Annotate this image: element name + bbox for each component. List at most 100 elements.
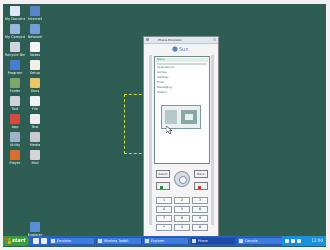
app-icon <box>10 78 20 88</box>
desktop-icon-label: Internet <box>28 17 42 21</box>
app-icon <box>30 222 40 232</box>
desktop-icon-label: Setup <box>29 71 41 75</box>
app-icon <box>10 24 20 34</box>
keypad-key[interactable]: 0 <box>174 224 190 231</box>
tray-network-icon[interactable] <box>285 239 289 243</box>
phone-navigation: Select Back <box>154 168 210 194</box>
phone-screen[interactable]: Menu Applications Games Settings Tools M… <box>154 56 210 164</box>
desktop-icon[interactable]: Player <box>5 150 25 172</box>
app-icon <box>30 96 40 106</box>
app-icon <box>10 6 20 16</box>
app-icon <box>30 78 40 88</box>
keypad-key[interactable]: 3 <box>192 197 208 204</box>
phone-body-left <box>149 55 152 225</box>
keypad-key[interactable]: 6 <box>192 206 208 213</box>
app-icon <box>30 114 40 124</box>
end-call-icon <box>198 186 201 189</box>
right-softkey[interactable]: Back <box>194 170 208 178</box>
system-tray: 12:00 <box>282 236 326 246</box>
keypad-key[interactable]: 5 <box>174 206 190 213</box>
app-icon <box>30 6 40 16</box>
simulator-title: Phone Emulator <box>158 38 182 42</box>
app-icon <box>10 60 20 70</box>
keypad-key[interactable]: 1 <box>156 197 172 204</box>
tray-volume-icon[interactable] <box>291 239 295 243</box>
screen-row[interactable]: Tools <box>157 81 164 84</box>
tray-security-icon[interactable] <box>297 239 301 243</box>
app-icon <box>10 150 20 160</box>
app-icon <box>10 132 20 142</box>
desktop-icon-label: Tool <box>11 107 19 111</box>
quicklaunch-desktop-icon[interactable] <box>33 238 39 244</box>
navigation-pad[interactable] <box>174 171 190 187</box>
desktop-icon-label: Player <box>9 161 21 165</box>
taskbar-item-label: Explorer <box>151 239 165 243</box>
simulator-titlebar[interactable]: Phone Emulator <box>144 37 218 44</box>
app-icon <box>10 42 20 52</box>
screen-row[interactable]: Gallery <box>157 91 167 94</box>
end-button[interactable] <box>194 182 208 190</box>
keypad-key[interactable]: 2 <box>174 197 190 204</box>
app-icon <box>30 24 40 34</box>
desktop-icon-label: Media <box>29 143 41 147</box>
taskbar-item[interactable]: Wireless Toolkit <box>96 237 142 245</box>
taskbar-item[interactable]: Explorer <box>143 237 189 245</box>
taskbar-item-label: Phone <box>198 239 208 243</box>
call-icon <box>160 186 163 189</box>
taskbar-item-label: Console <box>245 239 258 243</box>
desktop-icon-label: Text <box>31 125 39 129</box>
window-icon <box>146 38 149 41</box>
screen-row[interactable]: Messaging <box>157 86 172 89</box>
ok-button[interactable] <box>179 176 187 184</box>
svg-text:Sun: Sun <box>179 47 189 53</box>
window-icon <box>239 239 243 243</box>
start-label: start <box>12 238 26 244</box>
desktop-icon-label: Utility <box>9 143 21 147</box>
desktop-icon-label: My Documents <box>5 17 25 21</box>
keypad-key[interactable]: 8 <box>174 215 190 222</box>
window-icon <box>145 239 149 243</box>
screen-row[interactable]: Applications <box>157 66 174 69</box>
taskbar-item-label: Emulator <box>57 239 72 243</box>
call-button[interactable] <box>156 182 170 190</box>
clock: 12:00 <box>311 238 323 243</box>
taskbar-item-label: Wireless Toolkit <box>104 239 129 243</box>
desktop-icon-label: Program <box>7 71 23 75</box>
app-icon <box>10 114 20 124</box>
taskbar: start Emulator Wireless Toolkit Explorer Ph… <box>3 236 326 246</box>
taskbar-item[interactable]: Emulator <box>49 237 95 245</box>
desktop-icon-label: Notes <box>29 53 41 57</box>
taskbar-item[interactable]: Console <box>237 237 283 245</box>
app-icon <box>30 132 40 142</box>
screen-row[interactable]: Games <box>157 71 167 74</box>
window-icon <box>192 239 196 243</box>
keypad-key[interactable]: 4 <box>156 206 172 213</box>
windows-logo-icon <box>5 238 11 244</box>
desktop-icon[interactable]: Mail <box>25 150 45 172</box>
keypad-key[interactable]: # <box>192 224 208 231</box>
keypad-key[interactable]: 9 <box>192 215 208 222</box>
taskbar-item[interactable]: Phone <box>190 237 236 245</box>
screen-row: Menu <box>157 57 165 61</box>
keypad-key[interactable]: 7 <box>156 215 172 222</box>
app-icon <box>30 60 40 70</box>
desktop-icon-label: Docs <box>30 89 40 93</box>
desktop-icon-label: Network <box>27 35 43 39</box>
window-icon <box>51 239 55 243</box>
keypad-key[interactable]: * <box>156 224 172 231</box>
desktop-icon-label: Folder <box>9 89 21 93</box>
desktop-icon-label: Recycle Bin <box>5 53 25 57</box>
start-button[interactable]: start <box>3 236 29 246</box>
close-icon[interactable] <box>213 38 216 41</box>
mouse-cursor-icon <box>166 126 173 134</box>
quicklaunch-browser-icon[interactable] <box>41 238 47 244</box>
desktop-icon-label: My Computer <box>5 35 25 39</box>
phone-body-right <box>211 55 214 225</box>
window-icon <box>98 239 102 243</box>
sun-logo-icon: Sun <box>170 45 194 53</box>
phone-simulator-window[interactable]: Phone Emulator Sun Menu Applications Gam… <box>143 36 219 240</box>
app-icon <box>30 42 40 52</box>
left-softkey[interactable]: Select <box>156 170 170 178</box>
screen-row[interactable]: Settings <box>157 76 168 79</box>
phone-keypad: 1 2 3 4 5 6 7 8 9 * 0 # <box>154 197 210 237</box>
